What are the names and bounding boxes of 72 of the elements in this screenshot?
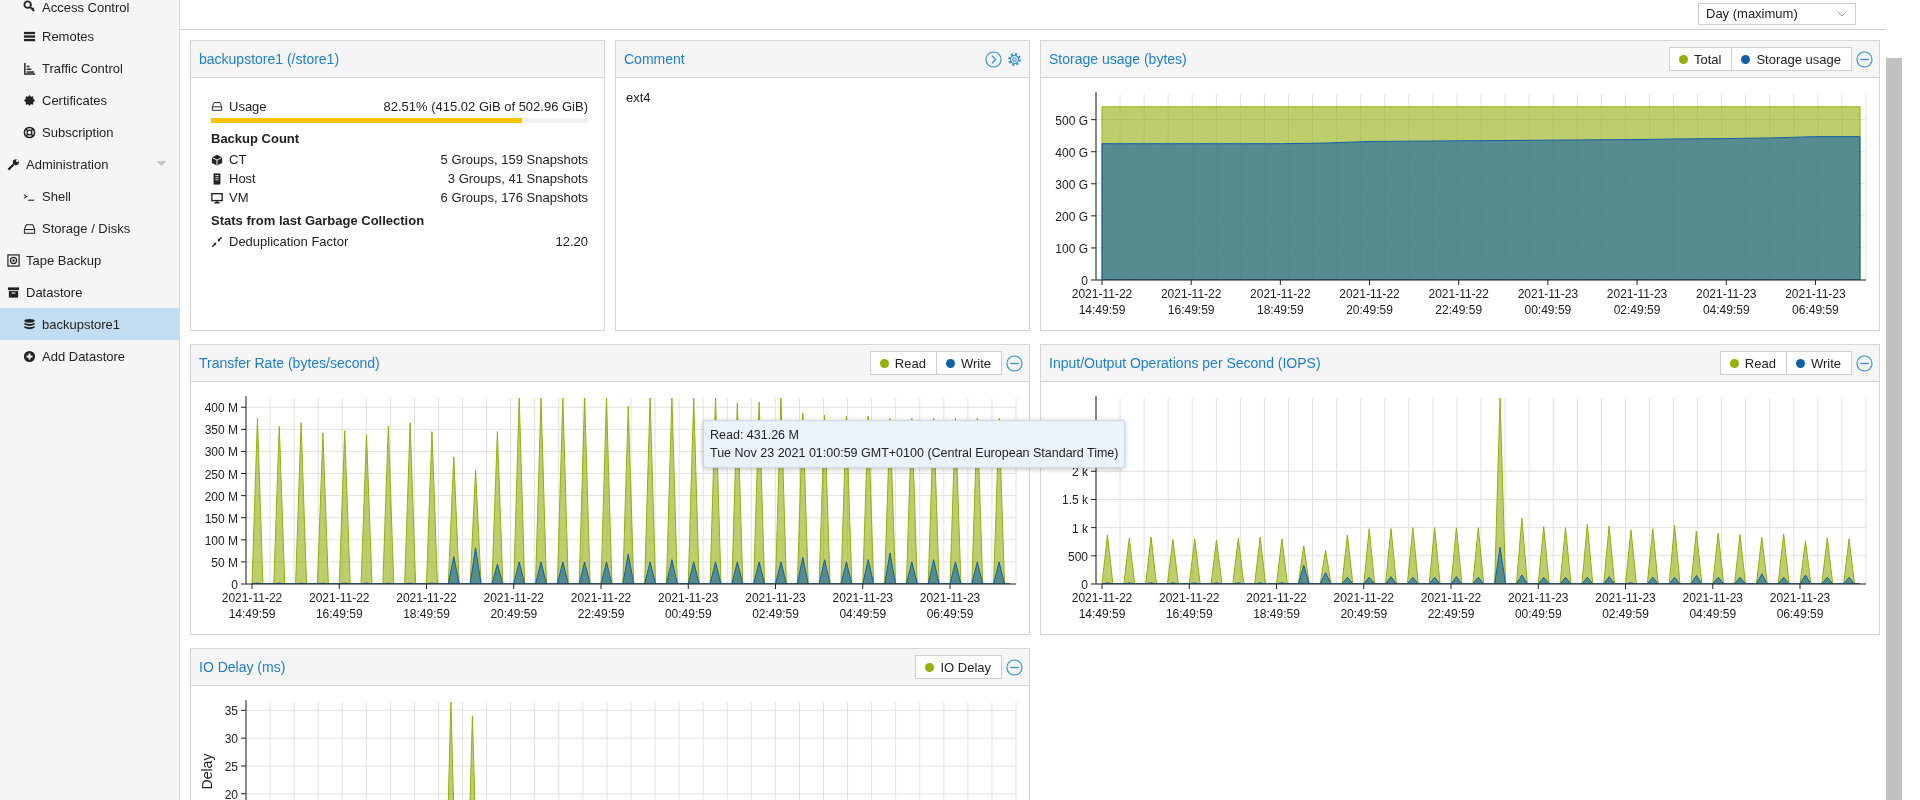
y-axis-title: Delay [199,753,215,790]
x-tick-label: 2021-11-23 04:49:59 [1696,287,1757,317]
y-tick-label: 30 [224,732,238,747]
x-tick-label: 2021-11-22 14:49:59 [1071,591,1133,621]
x-tick-label: 2021-11-22 22:49:59 [1420,591,1482,621]
y-tick-label: 1.5 k [1062,493,1088,508]
x-tick-label: 2021-11-22 14:49:59 [221,591,283,621]
x-tick-label: 2021-11-23 06:49:59 [1769,591,1831,621]
panel-title: Input/Output Operations per Second (IOPS) [1049,355,1321,371]
y-tick-label: 1 k [1072,521,1088,536]
x-tick-label: 2021-11-23 02:49:59 [1595,591,1656,621]
x-tick-label: 2021-11-23 02:49:59 [745,591,806,621]
x-tick-label: 2021-11-22 18:49:59 [396,591,457,621]
panel-title: Storage usage (bytes) [1049,51,1187,67]
x-tick-label: 2021-11-22 14:49:59 [1071,287,1133,317]
tooltip-text: Read: 431.26 M [710,427,800,444]
section-heading: Stats from last Garbage Collection [211,213,426,228]
x-tick-label: 2021-11-23 00:49:59 [1517,287,1579,317]
y-tick-label: 200 M [204,489,238,504]
x-tick-label: 2021-11-23 04:49:59 [1682,591,1743,621]
y-tick-label: 300 M [204,445,238,460]
y-tick-label: 100 G [1055,241,1088,256]
section-heading: Backup Count [211,131,301,146]
x-tick-label: 2021-11-22 20:49:59 [483,591,544,621]
x-tick-label: 2021-11-23 06:49:59 [919,591,981,621]
x-tick-label: 2021-11-23 06:49:59 [1785,287,1846,317]
tooltip-text: Tue Nov 23 2021 01:00:59 GMT+0100 (Central European Standard Time) [710,445,1119,462]
x-tick-label: 2021-11-22 18:49:59 [1250,287,1311,317]
panel-title: Comment [624,51,685,67]
y-tick-label: 200 G [1055,209,1088,224]
row-value: 6 Groups, 176 Snapshots [440,190,588,205]
x-tick-label: 2021-11-22 20:49:59 [1339,287,1400,317]
usage-label: Usage [229,98,267,114]
y-tick-label: 20 [224,787,238,800]
x-tick-label: 2021-11-22 18:49:59 [1246,591,1307,621]
x-tick-label: 2021-11-23 00:49:59 [1508,591,1569,621]
row-value: 3 Groups, 41 Snapshots [447,171,588,186]
x-tick-label: 2021-11-22 22:49:59 [570,591,632,621]
x-tick-label: 2021-11-22 16:49:59 [1160,287,1222,317]
y-tick-label: 0 [1081,578,1088,592]
x-tick-label: 2021-11-22 16:49:59 [309,591,370,621]
panel-title: IO Delay (ms) [199,659,286,675]
x-tick-label: 2021-11-23 00:49:59 [658,591,719,621]
y-tick-label: 350 M [204,423,238,438]
x-tick-label: 2021-11-22 16:49:59 [1159,591,1220,621]
row-label: Deduplication Factor [229,234,349,249]
x-tick-label: 2021-11-23 04:49:59 [832,591,893,621]
y-tick-label: 150 M [204,511,238,526]
y-tick-label: 25 [224,759,238,774]
row-label: CT [229,152,247,167]
x-tick-label: 2021-11-23 02:49:59 [1606,287,1668,317]
y-tick-label: 0 [1081,274,1088,288]
y-tick-label: 35 [224,704,238,719]
row-label: VM [229,190,249,205]
y-tick-label: 100 M [204,533,238,548]
comment-text: ext4 [626,90,651,105]
y-tick-label: 0 [231,578,238,592]
y-tick-label: 500 [1067,549,1088,564]
panel-title: backupstore1 (/store1) [199,51,340,67]
row-label: Host [229,171,256,186]
y-tick-label: 500 G [1055,113,1088,128]
panel-title: Transfer Rate (bytes/second) [199,355,380,371]
x-tick-label: 2021-11-22 22:49:59 [1428,287,1489,317]
y-tick-label: 400 M [204,401,238,416]
row-value: 5 Groups, 159 Snapshots [440,152,588,167]
y-tick-label: 50 M [211,555,238,570]
row-value: 12.20 [555,234,588,249]
y-tick-label: 250 M [204,467,238,482]
y-tick-label: 300 G [1055,177,1088,192]
usage-value: 82.51% (415.02 GiB of 502.96 GiB) [383,98,588,114]
y-tick-label: 400 G [1055,145,1088,160]
x-tick-label: 2021-11-22 20:49:59 [1333,591,1394,621]
